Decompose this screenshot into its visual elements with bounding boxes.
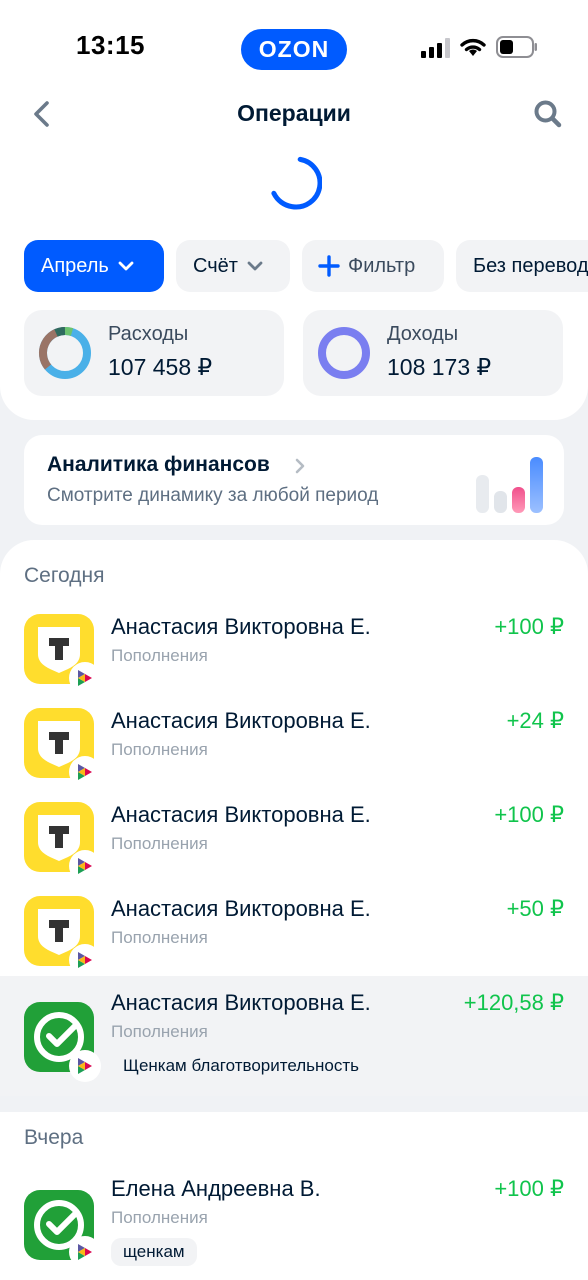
exclude-transfers-chip[interactable]: Без переводов <box>456 240 588 292</box>
search-icon <box>534 100 562 128</box>
operation-name: Анастасия Викторовна Е. <box>111 990 371 1015</box>
sbp-badge-icon <box>69 944 101 976</box>
operation-category: Пополнения <box>111 928 208 947</box>
status-bar: 13:15 OZON <box>0 0 588 96</box>
operation-name: Анастасия Викторовна Е. <box>111 614 371 639</box>
battery-icon <box>496 36 537 58</box>
header-panel: 13:15 OZON Операции Апрель Счёт Фильтр Б… <box>0 0 588 420</box>
account-filter-chip[interactable]: Счёт <box>176 240 290 292</box>
expenses-donut-icon <box>38 326 91 379</box>
expenses-value: 107 458 ₽ <box>108 354 213 380</box>
cellular-signal-icon <box>421 38 450 58</box>
operation-amount: +100 ₽ <box>494 802 564 827</box>
operation-amount: +100 ₽ <box>494 614 564 639</box>
income-card[interactable]: Доходы 108 173 ₽ <box>303 310 563 396</box>
operation-row[interactable]: Елена Андреевна В. Пополнения +100 ₽ щен… <box>0 1166 588 1280</box>
income-donut-icon <box>318 327 370 379</box>
operation-amount: +24 ₽ <box>506 708 564 733</box>
operation-row[interactable]: Анастасия Викторовна Е. Пополнения +50 ₽ <box>0 886 588 980</box>
chevron-right-icon <box>295 458 305 474</box>
sbp-badge-icon <box>69 662 101 694</box>
loading-spinner-icon <box>271 156 322 210</box>
operation-name: Анастасия Викторовна Е. <box>111 708 371 733</box>
operation-category: Пополнения <box>111 1022 208 1041</box>
status-time: 13:15 <box>76 30 145 60</box>
chevron-down-icon <box>247 261 263 271</box>
expenses-label: Расходы <box>108 323 189 345</box>
sbp-badge-icon <box>69 1050 101 1082</box>
operation-category: Пополнения <box>111 646 208 665</box>
month-filter-chip[interactable]: Апрель <box>24 240 164 292</box>
account-filter-label: Счёт <box>193 254 238 277</box>
operation-row[interactable]: Анастасия Викторовна Е. Пополнения +24 ₽ <box>0 698 588 792</box>
add-filter-chip[interactable]: Фильтр <box>302 240 444 292</box>
section-header-yesterday: Вчера <box>24 1126 84 1149</box>
income-label: Доходы <box>387 323 459 345</box>
operation-comment: Щенкам благотворительность <box>123 1056 359 1075</box>
operation-row[interactable]: Анастасия Викторовна Е. Пополнения +120,… <box>0 976 588 1096</box>
analytics-title: Аналитика финансов <box>47 453 270 476</box>
operation-row[interactable]: Анастасия Викторовна Е. Пополнения +100 … <box>0 604 588 698</box>
sbp-badge-icon <box>69 756 101 788</box>
operation-row[interactable]: Анастасия Викторовна Е. Пополнения +100 … <box>0 792 588 886</box>
exclude-transfers-label: Без переводов <box>473 254 588 277</box>
expenses-card[interactable]: Расходы 107 458 ₽ <box>24 310 284 396</box>
analytics-subtitle: Смотрите динамику за любой период <box>47 485 379 506</box>
plus-icon <box>318 255 340 277</box>
sbp-badge-icon <box>69 1236 101 1268</box>
operation-name: Елена Андреевна В. <box>111 1176 321 1201</box>
income-value: 108 173 ₽ <box>387 354 492 380</box>
section-header-today: Сегодня <box>24 564 105 587</box>
operation-amount: +120,58 ₽ <box>463 990 564 1015</box>
search-button[interactable] <box>530 96 566 132</box>
wifi-icon <box>460 38 486 56</box>
analytics-bars-icon <box>476 457 543 513</box>
operation-category: Пополнения <box>111 1208 208 1227</box>
operation-amount: +100 ₽ <box>494 1176 564 1201</box>
finance-analytics-banner[interactable]: Аналитика финансов Смотрите динамику за … <box>24 435 564 525</box>
operation-name: Анастасия Викторовна Е. <box>111 896 371 921</box>
operation-amount: +50 ₽ <box>506 896 564 921</box>
operation-category: Пополнения <box>111 740 208 759</box>
navigation-bar: Операции <box>0 90 588 140</box>
page-title: Операции <box>237 100 351 126</box>
section-divider <box>0 1096 588 1112</box>
month-filter-label: Апрель <box>41 254 109 277</box>
sbp-badge-icon <box>69 850 101 882</box>
operation-comment: щенкам <box>111 1238 197 1266</box>
chevron-down-icon <box>118 261 134 271</box>
filter-chips: Апрель Счёт Фильтр Без переводов <box>24 240 588 292</box>
ozon-logo: OZON <box>241 29 347 70</box>
add-filter-label: Фильтр <box>348 254 416 277</box>
operation-name: Анастасия Викторовна Е. <box>111 802 371 827</box>
operations-list: Сегодня Анастасия Викторовна Е. Пополнен… <box>0 540 588 1280</box>
operation-category: Пополнения <box>111 834 208 853</box>
